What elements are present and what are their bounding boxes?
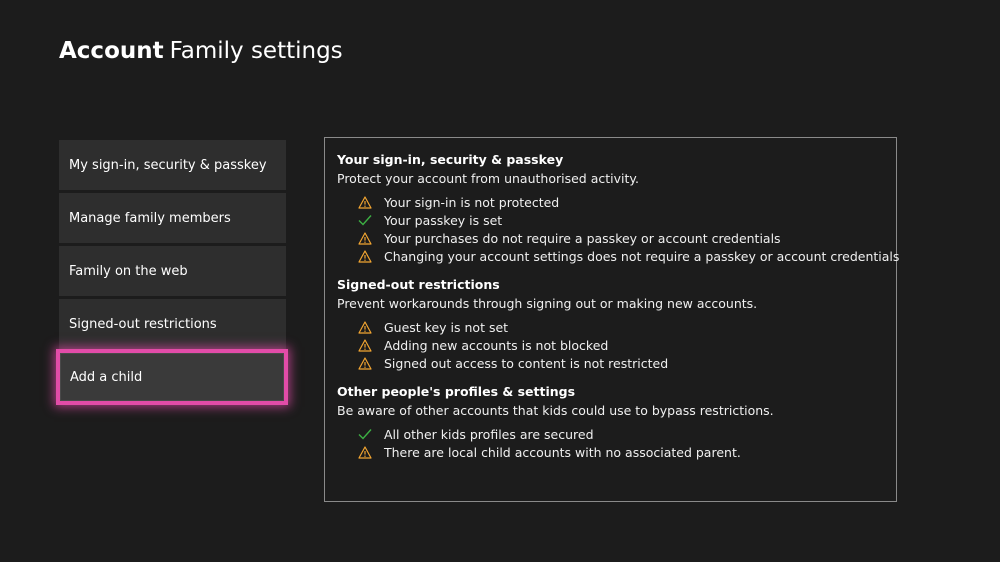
menu-item-label: Add a child — [70, 369, 143, 385]
menu-item-signed-out-restrictions[interactable]: Signed-out restrictions — [59, 299, 286, 349]
status-text: All other kids profiles are secured — [384, 426, 594, 442]
status-text: Your passkey is set — [384, 212, 503, 228]
status-row: Your sign-in is not protected — [358, 193, 559, 211]
warning-icon — [358, 231, 372, 245]
warning-icon — [358, 338, 372, 352]
page-title-subsection: Family settings — [169, 38, 343, 64]
menu-item-family-web[interactable]: Family on the web — [59, 246, 286, 296]
status-row: There are local child accounts with no a… — [358, 443, 741, 461]
status-text: There are local child accounts with no a… — [384, 444, 741, 460]
warning-icon — [358, 249, 372, 263]
warning-icon — [358, 445, 372, 459]
status-text: Your sign-in is not protected — [384, 194, 560, 210]
details-panel: Your sign-in, security & passkey Protect… — [324, 137, 899, 502]
status-row: Your passkey is set — [358, 211, 502, 229]
status-text: Guest key is not set — [384, 319, 509, 335]
section-title: Your sign-in, security & passkey — [337, 152, 564, 167]
status-row: Guest key is not set — [358, 318, 508, 336]
status-text: Changing your account settings does not … — [384, 248, 900, 264]
section-description: Be aware of other accounts that kids cou… — [337, 403, 774, 418]
section-description: Protect your account from unauthorised a… — [337, 171, 639, 186]
check-icon — [358, 427, 372, 441]
menu-item-sign-in-security[interactable]: My sign-in, security & passkey — [59, 140, 286, 190]
menu-item-label: My sign-in, security & passkey — [69, 157, 267, 173]
status-text: Signed out access to content is not rest… — [384, 355, 669, 371]
check-icon — [358, 213, 372, 227]
warning-icon — [358, 356, 372, 370]
status-row: All other kids profiles are secured — [358, 425, 594, 443]
menu-item-label: Family on the web — [69, 263, 188, 279]
menu-item-manage-family[interactable]: Manage family members — [59, 193, 286, 243]
section-title: Other people's profiles & settings — [337, 384, 576, 399]
warning-icon — [358, 195, 372, 209]
warning-icon — [358, 320, 372, 334]
status-text: Your purchases do not require a passkey … — [384, 230, 781, 246]
status-row: Your purchases do not require a passkey … — [358, 229, 781, 247]
menu-item-add-child[interactable]: Add a child — [56, 349, 288, 405]
menu-item-label: Manage family members — [69, 210, 231, 226]
status-text: Adding new accounts is not blocked — [384, 337, 609, 353]
section-description: Prevent workarounds through signing out … — [337, 296, 758, 311]
section-title: Signed-out restrictions — [337, 277, 500, 292]
status-row: Adding new accounts is not blocked — [358, 336, 608, 354]
page-title: Account Family settings — [59, 36, 343, 66]
status-row: Signed out access to content is not rest… — [358, 354, 668, 372]
menu-item-label: Signed-out restrictions — [69, 316, 217, 332]
page-title-section: Account — [59, 38, 164, 64]
status-row: Changing your account settings does not … — [358, 247, 899, 265]
